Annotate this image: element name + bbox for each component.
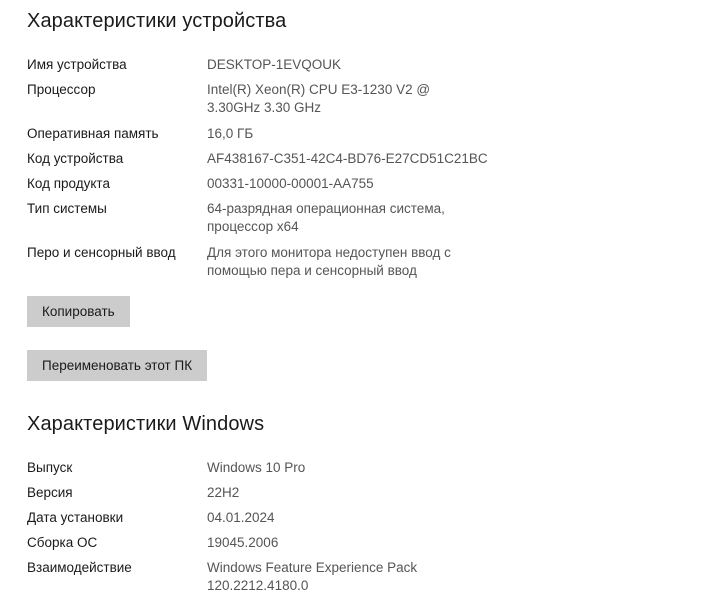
spec-label: Код продукта	[27, 176, 110, 191]
spec-value: AF438167-C351-42C4-BD76-E27CD51C21BC	[207, 151, 488, 166]
rename-pc-button[interactable]: Переименовать этот ПК	[27, 350, 208, 381]
spec-label: Имя устройства	[27, 57, 127, 72]
spec-value: 00331-10000-00001-AA755	[207, 176, 374, 191]
spec-value: 64-разрядная операционная система, проце…	[207, 201, 445, 234]
windows-specs-heading: Характеристики Windows	[27, 413, 265, 435]
spec-value: Windows Feature Experience Pack 120.2212…	[207, 560, 418, 593]
spec-label: Оперативная память	[27, 126, 159, 141]
spec-value: DESKTOP-1EVQOUK	[207, 57, 342, 72]
spec-label: Процессор	[27, 82, 96, 97]
spec-label: Дата установки	[27, 510, 124, 525]
spec-value: 04.01.2024	[207, 510, 275, 525]
spec-value: Intel(R) Xeon(R) CPU E3-1230 V2 @ 3.30GH…	[207, 82, 431, 115]
settings-about-page: Характеристики устройства Имя устройства…	[0, 0, 710, 609]
spec-label: Тип системы	[27, 201, 107, 216]
spec-label: Выпуск	[27, 460, 73, 475]
spec-label: Взаимодействие	[27, 560, 132, 575]
spec-label: Код устройства	[27, 151, 124, 166]
copy-button[interactable]: Копировать	[27, 296, 130, 327]
device-specs-heading: Характеристики устройства	[27, 10, 287, 32]
spec-value: 19045.2006	[207, 535, 279, 550]
spec-value: 16,0 ГБ	[207, 126, 254, 141]
spec-label: Сборка ОС	[27, 535, 98, 550]
spec-value: Для этого монитора недоступен ввод с пом…	[207, 245, 451, 278]
spec-label: Перо и сенсорный ввод	[27, 245, 176, 260]
spec-label: Версия	[27, 485, 73, 500]
spec-value: 22H2	[207, 485, 240, 500]
spec-value: Windows 10 Pro	[207, 460, 306, 475]
